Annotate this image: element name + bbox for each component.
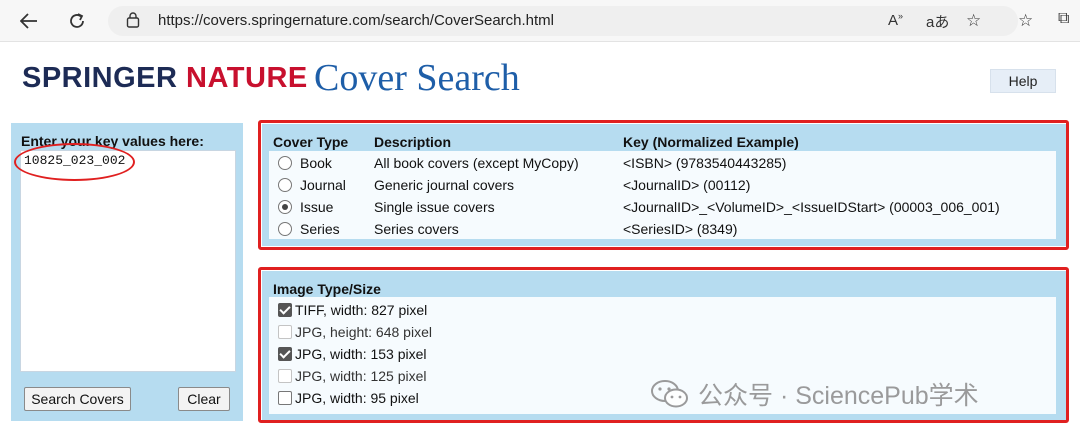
favorite-add-icon[interactable]: ☆ — [966, 11, 981, 31]
wechat-icon — [651, 380, 688, 408]
help-button[interactable]: Help — [990, 69, 1056, 93]
logo-springer: SPRINGER — [22, 62, 178, 94]
cover-type-highlight-box — [258, 120, 1069, 250]
favorites-icon[interactable]: ☆ — [1018, 11, 1033, 31]
back-icon[interactable] — [16, 8, 42, 34]
refresh-icon[interactable] — [64, 8, 90, 34]
translate-icon[interactable]: aあ — [926, 11, 949, 32]
key-value-highlight-ellipse — [14, 143, 135, 181]
page-title: Cover Search — [314, 57, 520, 99]
read-aloud-icon[interactable]: A» — [888, 11, 903, 29]
watermark-text: 公众号 · SciencePub学术 — [698, 382, 979, 410]
search-covers-button[interactable]: Search Covers — [24, 387, 131, 411]
logo-nature: NATURE — [186, 62, 308, 94]
collections-icon[interactable]: ⧉ — [1058, 10, 1069, 28]
springer-nature-logo[interactable]: SPRINGER NATURE — [22, 62, 308, 95]
address-bar[interactable]: https://covers.springernature.com/search… — [108, 6, 1018, 36]
browser-toolbar: https://covers.springernature.com/search… — [0, 0, 1080, 42]
clear-button[interactable]: Clear — [178, 387, 230, 411]
url-text: https://covers.springernature.com/search… — [158, 12, 554, 29]
key-values-textarea[interactable]: 10825_023_002 — [20, 150, 236, 372]
lock-icon — [126, 11, 142, 29]
watermark: 公众号 · SciencePub学术 — [650, 376, 979, 412]
